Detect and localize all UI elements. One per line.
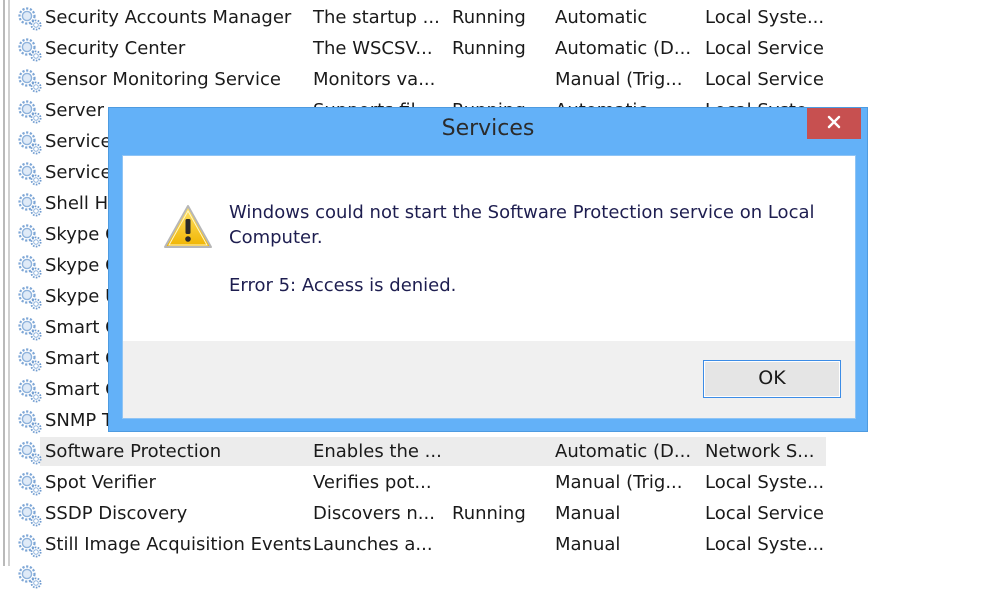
service-status: Running: [452, 503, 526, 524]
service-description: The startup ...: [313, 7, 440, 28]
service-status: Running: [452, 38, 526, 59]
gear-icon: [17, 223, 42, 248]
service-description: Enables the ...: [313, 441, 442, 462]
service-startup-type: Manual (Trig...: [555, 69, 683, 90]
dialog-body: Windows could not start the Software Pro…: [122, 155, 856, 419]
service-startup-type: Manual: [555, 534, 621, 555]
gear-icon: [17, 285, 42, 310]
service-name: Server: [45, 100, 105, 121]
service-name: Security Accounts Manager: [45, 7, 292, 28]
service-name: Smart C: [45, 379, 118, 400]
service-description: Discovers n...: [313, 503, 435, 524]
gear-icon: [17, 68, 42, 93]
close-button[interactable]: [807, 108, 861, 139]
service-row[interactable]: Spot Verifier Verifies pot... Manual (Tr…: [0, 467, 1000, 498]
close-icon: [827, 114, 841, 133]
gear-icon: [17, 130, 42, 155]
dialog-footer: OK: [123, 341, 855, 418]
service-name: Smart C: [45, 317, 118, 338]
service-description: Verifies pot...: [313, 472, 432, 493]
service-status: Running: [452, 7, 526, 28]
gear-icon: [17, 533, 42, 558]
gear-icon: [17, 409, 42, 434]
gear-icon: [17, 440, 42, 465]
service-name: Service: [45, 131, 112, 152]
dialog-message: Windows could not start the Software Pro…: [229, 200, 829, 298]
service-name: SSDP Discovery: [45, 503, 188, 524]
warning-icon: [163, 204, 213, 250]
service-name: Skype C: [45, 224, 118, 245]
gear-icon: [17, 347, 42, 372]
service-description: The WSCSV...: [313, 38, 433, 59]
service-name: Smart C: [45, 348, 118, 369]
service-startup-type: Manual: [555, 503, 621, 524]
service-log-on-as: Local Syste...: [705, 534, 825, 555]
service-log-on-as: Network S...: [705, 441, 815, 462]
service-startup-type: Automatic (D...: [555, 441, 692, 462]
service-name: Skype C: [45, 255, 118, 276]
service-log-on-as: Local Service: [705, 503, 824, 524]
service-row[interactable]: Sensor Monitoring Service Monitors va...…: [0, 64, 1000, 95]
gear-icon: [17, 192, 42, 217]
ok-button[interactable]: OK: [703, 360, 841, 398]
service-name: Sensor Monitoring Service: [45, 69, 281, 90]
service-name: Still Image Acquisition Events: [45, 534, 312, 555]
gear-icon: [17, 6, 42, 31]
service-log-on-as: Local Syste...: [705, 472, 825, 493]
service-description: Monitors va...: [313, 69, 436, 90]
service-name: SNMP T: [45, 410, 113, 431]
service-name: Spot Verifier: [45, 472, 156, 493]
service-row[interactable]: Still Image Acquisition Events Launches …: [0, 529, 1000, 560]
gear-icon: [17, 37, 42, 62]
service-log-on-as: Local Syste...: [705, 7, 825, 28]
service-row[interactable]: [0, 560, 1000, 591]
gear-icon: [17, 378, 42, 403]
gear-icon: [17, 99, 42, 124]
dialog-title: Services: [441, 116, 535, 141]
error-message: Windows could not start the Software Pro…: [229, 202, 815, 248]
service-log-on-as: Local Service: [705, 69, 824, 90]
error-code: Error 5: Access is denied.: [229, 275, 457, 296]
service-startup-type: Manual (Trig...: [555, 472, 683, 493]
gear-icon: [17, 471, 42, 496]
service-name: Security Center: [45, 38, 186, 59]
service-log-on-as: Local Service: [705, 38, 824, 59]
service-startup-type: Automatic (D...: [555, 38, 692, 59]
service-name: Software Protection: [45, 441, 222, 462]
dialog-content: Windows could not start the Software Pro…: [123, 156, 855, 341]
gear-icon: [17, 316, 42, 341]
service-description: Launches a...: [313, 534, 433, 555]
service-row[interactable]: SSDP Discovery Discovers n... Running Ma…: [0, 498, 1000, 529]
gear-icon: [17, 564, 42, 589]
services-error-dialog: Services Windows could not start the Sof…: [108, 107, 868, 432]
service-name: Servicel: [45, 162, 117, 183]
service-row[interactable]: Security Center The WSCSV... Running Aut…: [0, 33, 1000, 64]
gear-icon: [17, 502, 42, 527]
gear-icon: [17, 254, 42, 279]
service-row[interactable]: Software Protection Enables the ... Auto…: [0, 436, 1000, 467]
service-row[interactable]: Security Accounts Manager The startup ..…: [0, 2, 1000, 33]
service-startup-type: Automatic: [555, 7, 648, 28]
gear-icon: [17, 161, 42, 186]
